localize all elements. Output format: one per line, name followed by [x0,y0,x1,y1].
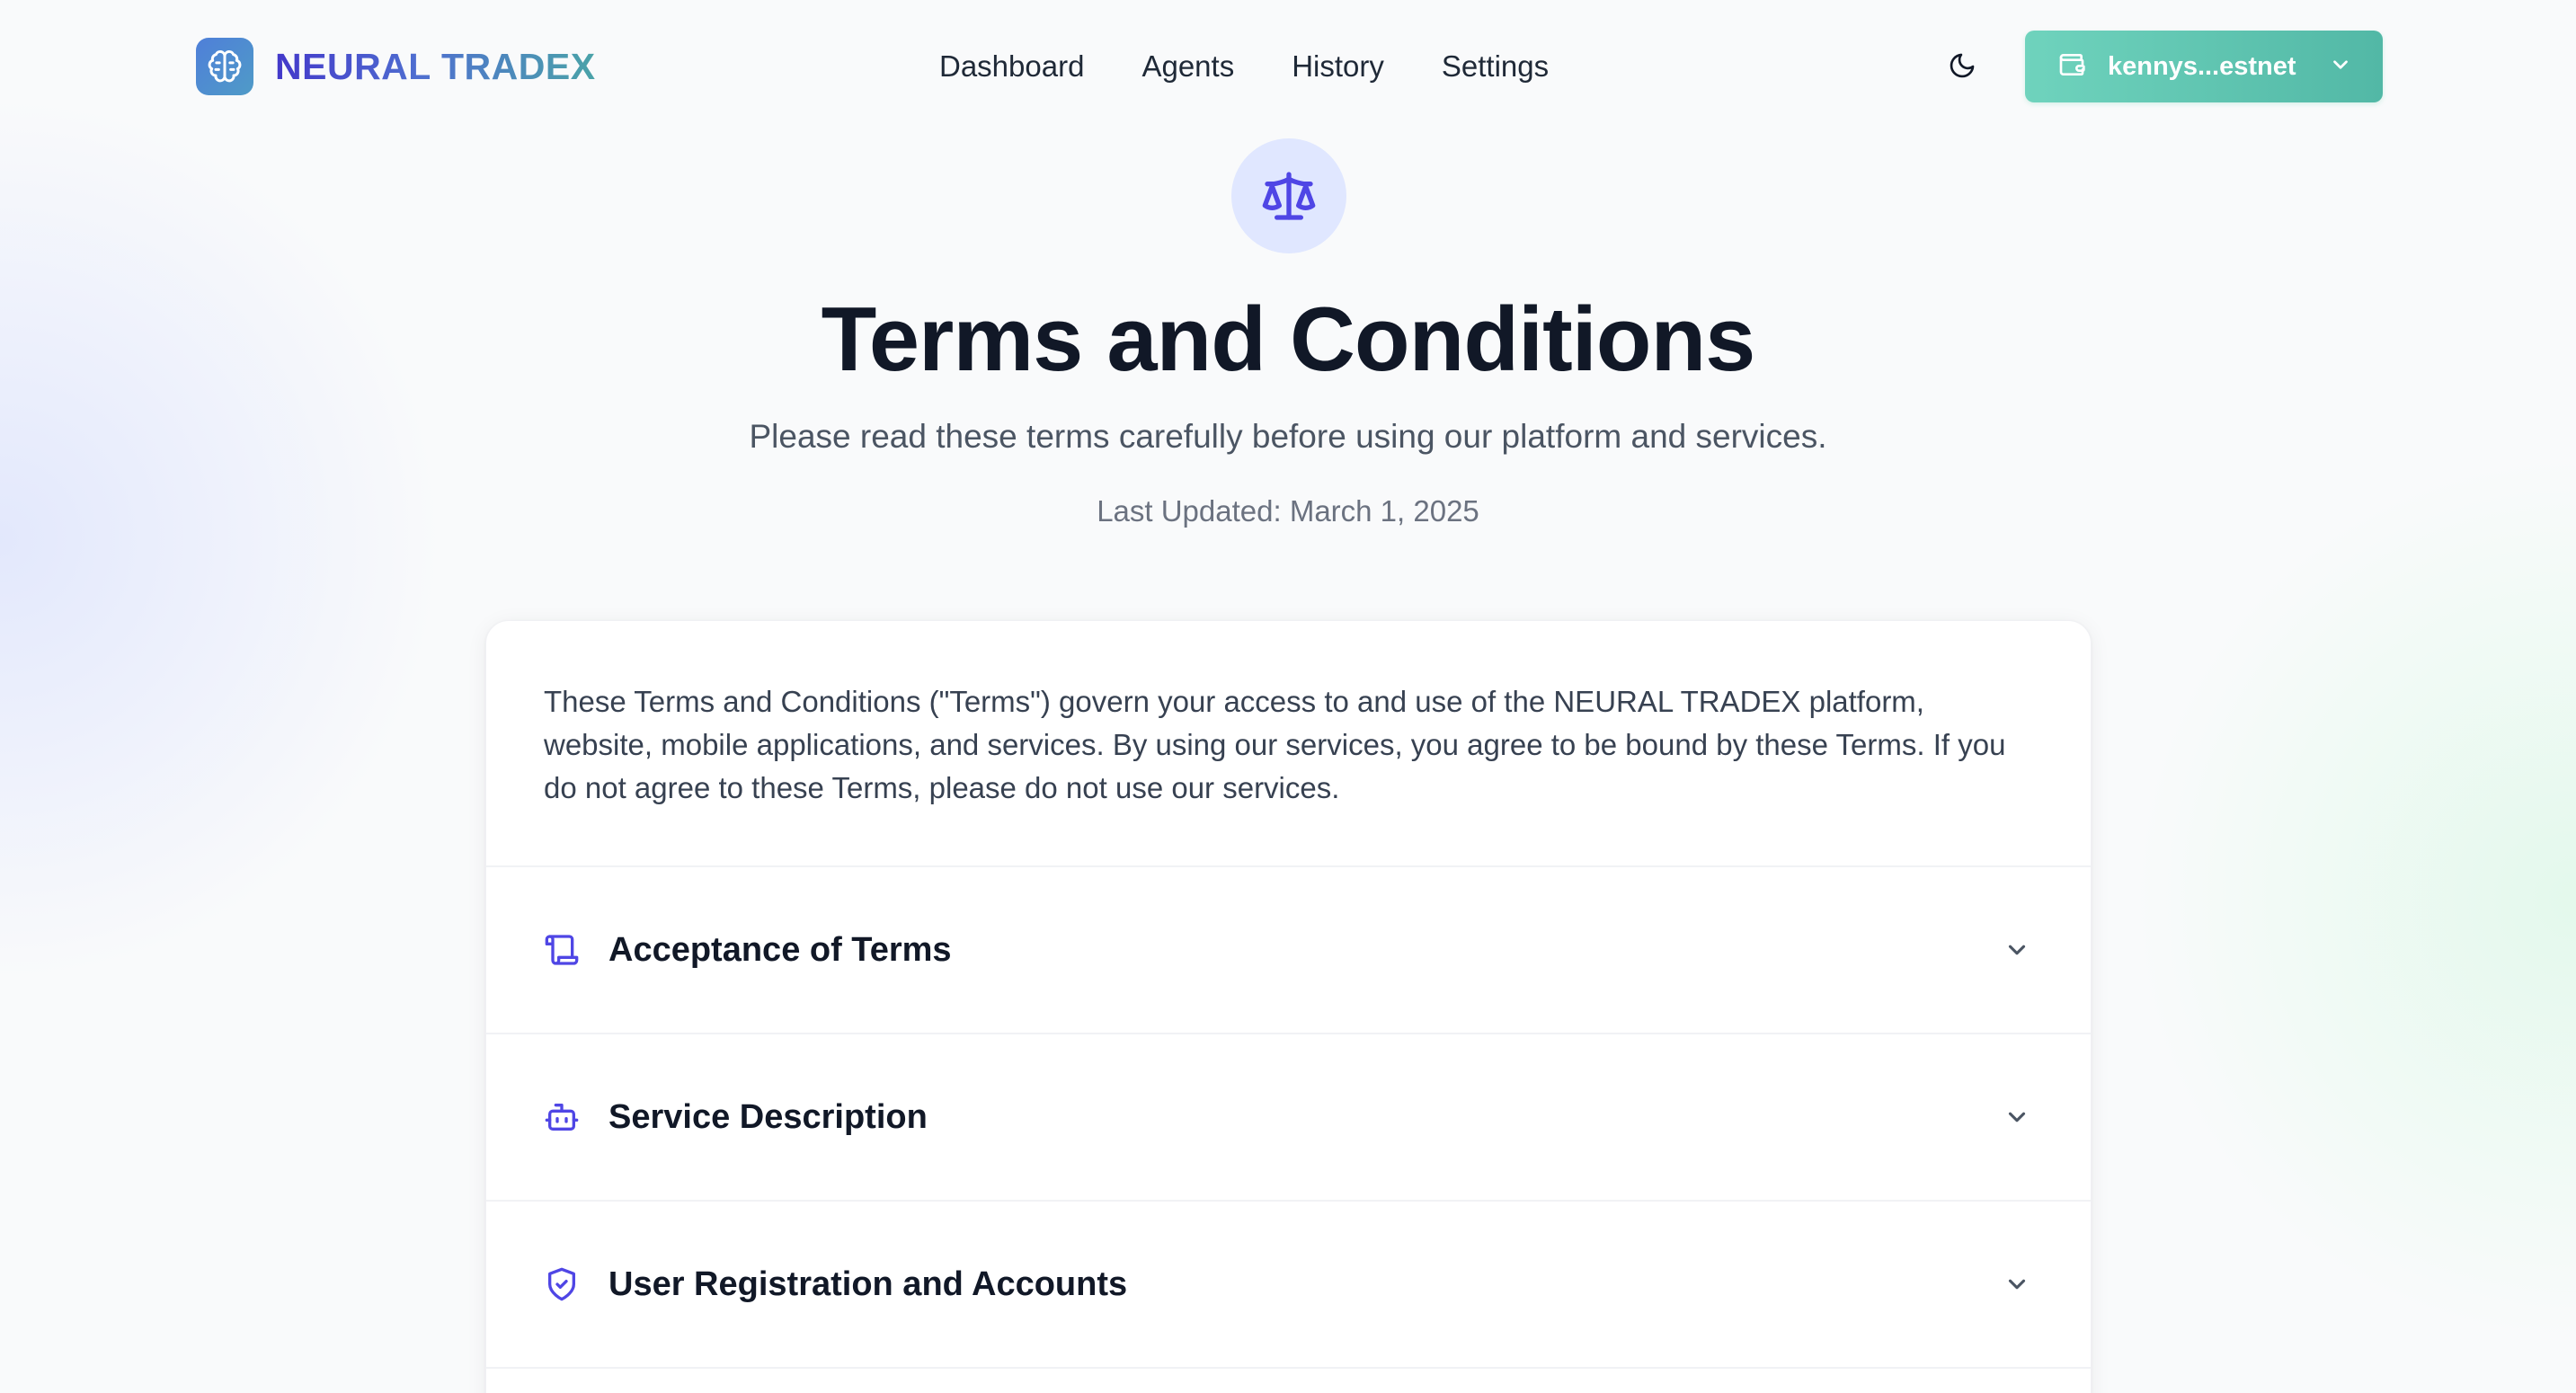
top-navigation-bar: NEURAL TRADEX Dashboard Agents History S… [0,0,2576,133]
accordion-title: Acceptance of Terms [608,930,952,969]
brand-logo-link[interactable]: NEURAL TRADEX [196,37,596,96]
scale-icon [1231,138,1346,253]
scroll-icon [544,932,580,968]
nav-settings[interactable]: Settings [1442,49,1549,84]
chevron-down-icon [2001,1101,2033,1133]
chevron-down-icon [2001,934,2033,966]
brain-icon [196,38,253,95]
nav-history[interactable]: History [1292,49,1384,84]
accordion-acceptance-of-terms[interactable]: Acceptance of Terms [486,867,2091,1034]
page-subtitle: Please read these terms carefully before… [749,418,1827,455]
wallet-account-button[interactable]: kennys...estnet [2025,31,2383,102]
brand-name: NEURAL TRADEX [275,45,596,87]
robot-icon [544,1099,580,1135]
accordion-service-description[interactable]: Service Description [486,1034,2091,1202]
last-updated-date: Last Updated: March 1, 2025 [1097,494,1479,528]
terms-card: These Terms and Conditions ("Terms") gov… [485,620,2092,1393]
accordion-title: Service Description [608,1097,928,1136]
shield-check-icon [544,1266,580,1302]
accordion-user-registration[interactable]: User Registration and Accounts [486,1202,2091,1369]
theme-toggle-button[interactable] [1940,45,1985,90]
nav-dashboard[interactable]: Dashboard [939,49,1084,84]
nav-agents[interactable]: Agents [1141,49,1234,84]
wallet-address-label: kennys...estnet [2108,51,2296,81]
terms-intro-text: These Terms and Conditions ("Terms") gov… [486,621,2091,867]
accordion-title: User Registration and Accounts [608,1264,1128,1303]
page-title: Terms and Conditions [821,289,1756,390]
chevron-down-icon [2001,1268,2033,1300]
moon-icon [1948,51,1976,84]
chevron-down-icon [2329,53,2352,81]
wallet-icon [2057,50,2086,84]
main-nav: Dashboard Agents History Settings [939,43,1549,90]
